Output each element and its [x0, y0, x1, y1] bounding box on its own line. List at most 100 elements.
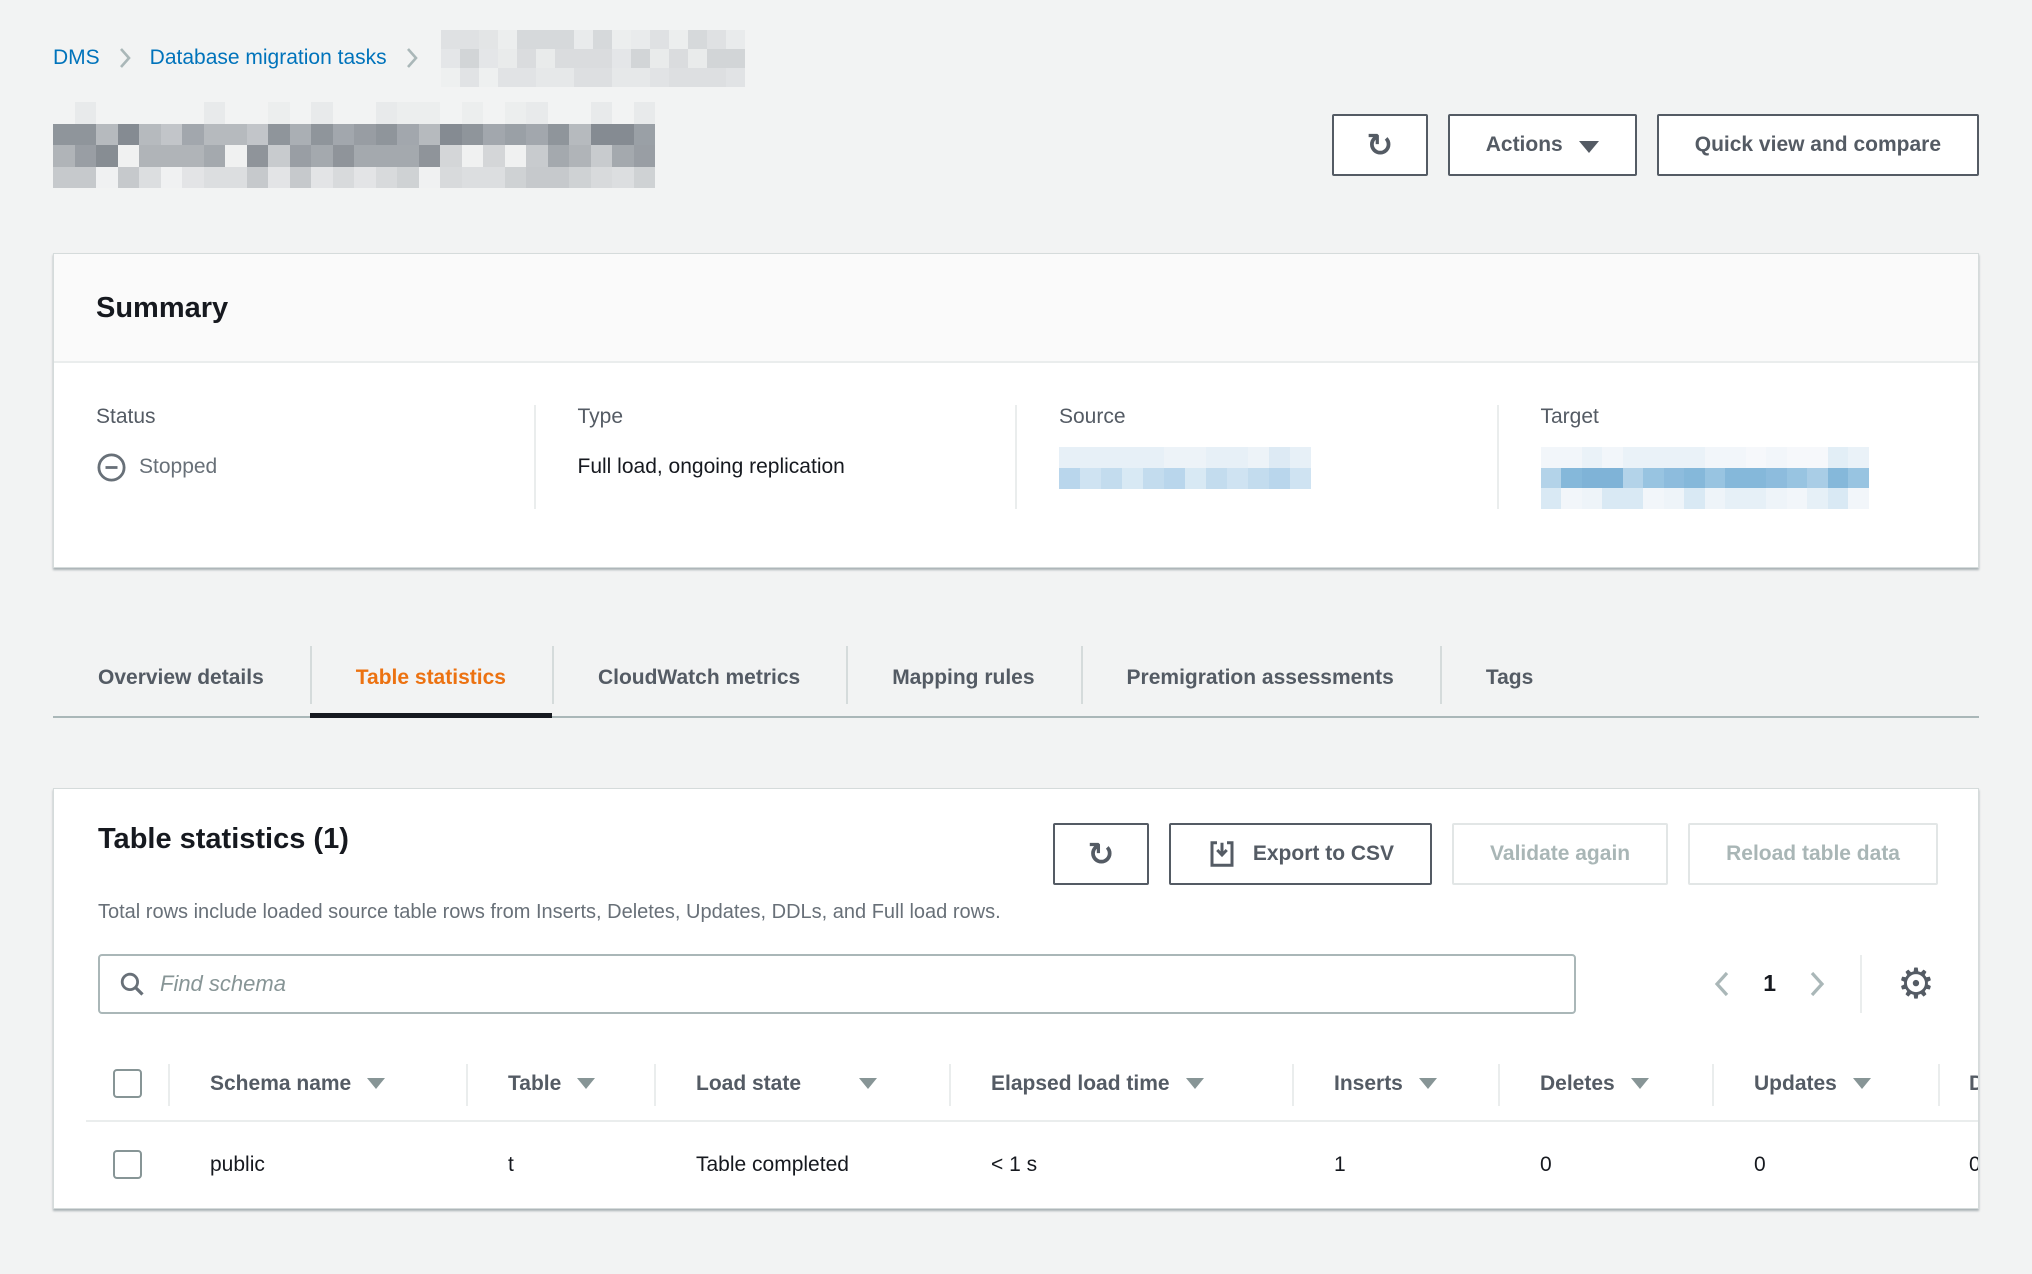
pagination: 1 ⚙	[1695, 954, 1948, 1014]
redacted-target-endpoint-link[interactable]	[1541, 447, 1869, 509]
table-refresh-button[interactable]: ↻	[1053, 823, 1149, 885]
table-statistics-title: Table statistics (1)	[98, 823, 349, 856]
select-all-checkbox[interactable]	[113, 1069, 142, 1098]
refresh-icon: ↻	[1366, 129, 1393, 161]
chevron-right-icon	[405, 46, 419, 70]
sort-icon	[1186, 1078, 1204, 1089]
tab-premigration-assessments[interactable]: Premigration assessments	[1081, 640, 1440, 716]
divider	[1860, 955, 1862, 1013]
table-statistics-header: Table statistics (1) ↻ Export to CSV Val…	[54, 789, 1978, 885]
previous-page-button[interactable]	[1695, 956, 1749, 1012]
cell-elapsed-load-time: < 1 s	[949, 1153, 1292, 1177]
tab-table-statistics[interactable]: Table statistics	[310, 640, 552, 716]
task-detail-tabs: Overview details Table statistics CloudW…	[53, 640, 1979, 718]
redacted-current-page-name	[441, 30, 745, 87]
caret-down-icon	[1579, 141, 1599, 153]
row-checkbox[interactable]	[113, 1150, 142, 1179]
column-label: Elapsed load time	[991, 1072, 1170, 1096]
tab-cloudwatch-metrics[interactable]: CloudWatch metrics	[552, 640, 846, 716]
quick-view-and-compare-button[interactable]: Quick view and compare	[1657, 114, 1979, 176]
summary-field-status: Status Stopped	[54, 405, 534, 509]
type-value: Full load, ongoing replication	[578, 455, 845, 479]
refresh-icon: ↻	[1087, 838, 1114, 870]
cell-deletes: 0	[1498, 1153, 1712, 1177]
stopped-status-icon	[96, 452, 127, 483]
column-header-table[interactable]: Table	[466, 1048, 654, 1120]
actions-button-label: Actions	[1486, 133, 1563, 157]
export-to-csv-label: Export to CSV	[1253, 842, 1394, 866]
sort-icon	[367, 1078, 385, 1089]
column-header-updates[interactable]: Updates	[1712, 1048, 1938, 1120]
page-header: ↻ Actions Quick view and compare	[53, 98, 1979, 192]
breadcrumb: DMS Database migration tasks	[53, 0, 1979, 84]
cell-schema-name: public	[168, 1153, 466, 1177]
table-scroll-area[interactable]: Schema name Table Load state Elapsed loa…	[86, 1048, 1979, 1208]
tab-overview-details[interactable]: Overview details	[53, 640, 310, 716]
table-statistics-description: Total rows include loaded source table r…	[54, 901, 1978, 924]
download-icon	[1207, 839, 1237, 869]
table-actions: ↻ Export to CSV Validate again Reload ta…	[1053, 823, 1938, 885]
next-page-button[interactable]	[1790, 956, 1844, 1012]
chevron-right-icon	[1807, 969, 1827, 999]
chevron-left-icon	[1712, 969, 1732, 999]
column-header-schema-name[interactable]: Schema name	[168, 1048, 466, 1120]
current-page-number[interactable]: 1	[1763, 970, 1776, 997]
cell-updates: 0	[1712, 1153, 1938, 1177]
column-header-ddls-clipped[interactable]: D	[1938, 1048, 1979, 1120]
column-label: Deletes	[1540, 1072, 1615, 1096]
type-label: Type	[578, 405, 1016, 429]
gear-icon: ⚙	[1897, 963, 1935, 1005]
column-header-load-state[interactable]: Load state	[654, 1048, 949, 1120]
breadcrumb-database-migration-tasks[interactable]: Database migration tasks	[150, 46, 387, 70]
table-controls: 1 ⚙	[54, 924, 1978, 1014]
summary-grid: Status Stopped Type Full load, ongoing r…	[54, 363, 1978, 567]
search-icon	[118, 970, 146, 998]
column-header-elapsed-load-time[interactable]: Elapsed load time	[949, 1048, 1292, 1120]
validate-again-button[interactable]: Validate again	[1452, 823, 1668, 885]
redacted-source-endpoint-link[interactable]	[1059, 447, 1311, 489]
summary-panel: Summary Status Stopped Type Full load, o…	[53, 253, 1979, 568]
cell-load-state: Table completed	[654, 1153, 949, 1177]
column-label: Updates	[1754, 1072, 1837, 1096]
summary-panel-header: Summary	[54, 254, 1978, 361]
column-label: Load state	[696, 1072, 801, 1096]
tab-tags[interactable]: Tags	[1440, 640, 1579, 716]
cell-ddls: 0	[1938, 1153, 1979, 1177]
refresh-button[interactable]: ↻	[1332, 114, 1428, 176]
quick-view-button-label: Quick view and compare	[1695, 133, 1941, 157]
sort-icon	[1419, 1078, 1437, 1089]
tab-mapping-rules[interactable]: Mapping rules	[846, 640, 1080, 716]
sort-icon	[577, 1078, 595, 1089]
sort-icon	[1631, 1078, 1649, 1089]
reload-table-data-label: Reload table data	[1726, 842, 1900, 866]
sort-icon	[859, 1078, 877, 1089]
reload-table-data-button[interactable]: Reload table data	[1688, 823, 1938, 885]
summary-field-type: Type Full load, ongoing replication	[534, 405, 1016, 509]
cell-table: t	[466, 1153, 654, 1177]
find-schema-search-box[interactable]	[98, 954, 1576, 1014]
search-input[interactable]	[160, 971, 1556, 997]
row-select-cell	[86, 1150, 168, 1179]
column-header-deletes[interactable]: Deletes	[1498, 1048, 1712, 1120]
table-header-row: Schema name Table Load state Elapsed loa…	[86, 1048, 1979, 1122]
sort-icon	[1853, 1078, 1871, 1089]
table-row[interactable]: public t Table completed < 1 s 1 0 0 0	[86, 1122, 1979, 1208]
column-label: D	[1969, 1072, 1979, 1096]
summary-field-source: Source	[1015, 405, 1497, 509]
preferences-button[interactable]: ⚙	[1884, 954, 1948, 1014]
export-to-csv-button[interactable]: Export to CSV	[1169, 823, 1432, 885]
cell-inserts: 1	[1292, 1153, 1498, 1177]
actions-dropdown-button[interactable]: Actions	[1448, 114, 1637, 176]
summary-title: Summary	[96, 292, 1936, 325]
status-value: Stopped	[139, 455, 217, 479]
column-label: Table	[508, 1072, 561, 1096]
summary-field-target: Target	[1497, 405, 1979, 509]
chevron-right-icon	[118, 46, 132, 70]
select-all-cell	[86, 1048, 168, 1120]
column-label: Schema name	[210, 1072, 351, 1096]
column-header-inserts[interactable]: Inserts	[1292, 1048, 1498, 1120]
table-statistics-table: Schema name Table Load state Elapsed loa…	[86, 1048, 1979, 1208]
breadcrumb-dms[interactable]: DMS	[53, 46, 100, 70]
table-statistics-panel: Table statistics (1) ↻ Export to CSV Val…	[53, 788, 1979, 1209]
validate-again-label: Validate again	[1490, 842, 1630, 866]
